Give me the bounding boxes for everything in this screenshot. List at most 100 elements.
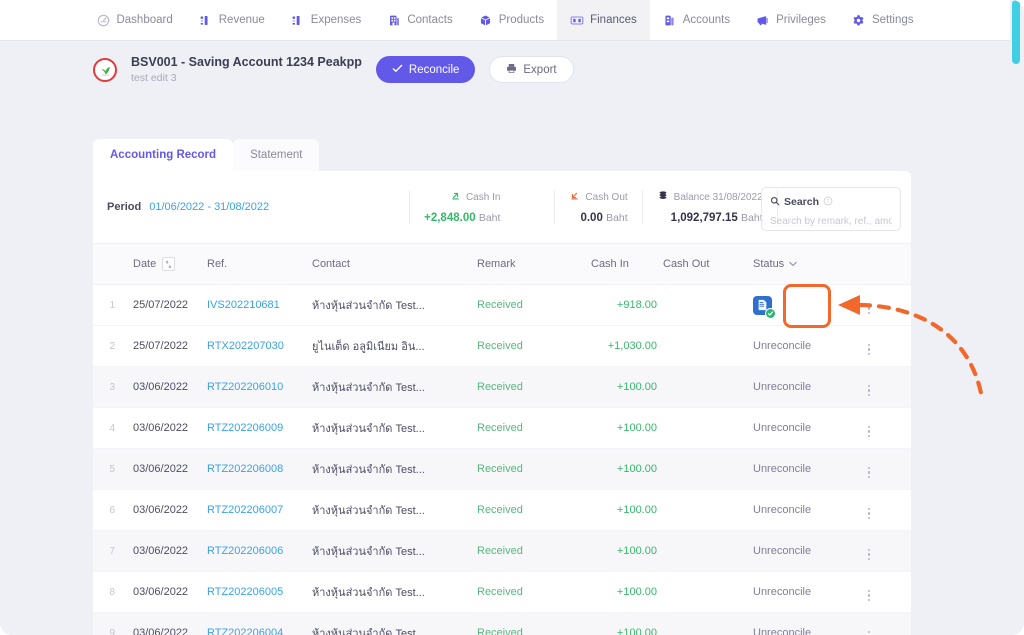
period-filter[interactable]: Period 01/06/2022 - 31/08/2022 [93,201,269,213]
table-row[interactable]: 6 03/06/2022 RTZ202206007 ห้างหุ้นส่วนจำกัด… [93,490,911,531]
kebab-menu-icon[interactable] [867,630,871,635]
row-status-label[interactable]: Unreconcile [729,463,849,475]
period-value[interactable]: 01/06/2022 - 31/08/2022 [149,201,269,213]
kebab-menu-icon[interactable] [867,589,871,601]
kebab-menu-icon[interactable] [867,384,871,396]
search-box[interactable]: Search ? [761,187,901,231]
row-actions-menu[interactable] [849,296,889,314]
row-status-label[interactable]: Unreconcile [729,545,849,557]
revenue-icon [199,13,213,27]
row-actions-menu[interactable] [849,542,889,560]
kebab-menu-icon[interactable] [867,343,871,355]
reconciled-document-icon[interactable] [753,295,776,319]
account-title-block: BSV001 - Saving Account 1234 Peakpp test… [131,55,362,85]
chevron-down-icon[interactable] [789,258,797,270]
nav-item-dashboard[interactable]: Dashboard [83,0,185,40]
summary-bar: Period 01/06/2022 - 31/08/2022 Cash In +… [93,171,911,243]
page-content: BSV001 - Saving Account 1234 Peakpp test… [0,41,1010,635]
row-ref-link[interactable]: RTZ202206006 [207,545,312,557]
search-input[interactable] [770,216,892,227]
row-ref-link[interactable]: RTZ202206007 [207,504,312,516]
help-icon[interactable]: ? [823,193,833,211]
kebab-menu-icon[interactable] [867,466,871,478]
row-actions-menu[interactable] [849,337,889,355]
row-ref-link[interactable]: IVS202210681 [207,299,312,311]
nav-item-expenses[interactable]: Expenses [278,0,375,40]
kebab-menu-icon[interactable] [867,425,871,437]
column-cash-in[interactable]: Cash In [585,258,657,270]
reconcile-button[interactable]: Reconcile [375,56,476,84]
row-date: 03/06/2022 [133,586,189,598]
row-contact: ห้างหุ้นส่วนจำกัด Test... [312,423,425,435]
column-cash-out[interactable]: Cash Out [657,258,729,270]
summary-balance-unit: Baht [741,212,763,224]
summary-cash-out: Cash Out 0.00 Baht [554,190,641,224]
nav-item-accounts[interactable]: Accounts [650,0,743,40]
row-ref-link[interactable]: RTZ202206009 [207,422,312,434]
row-status-label[interactable]: Unreconcile [729,340,849,352]
row-ref-link[interactable]: RTZ202206005 [207,586,312,598]
row-ref-link[interactable]: RTZ202206004 [207,627,312,635]
export-button[interactable]: Export [489,56,574,84]
table-row[interactable]: 2 25/07/2022 RTX202207030 ยูไนเต็ด อลูมิเนี… [93,326,911,367]
row-ref-link[interactable]: RTZ202206010 [207,381,312,393]
summary-cash-out-amount: 0.00 [580,212,603,224]
tab-accounting-record[interactable]: Accounting Record [93,139,234,171]
row-actions-menu[interactable] [849,501,889,519]
row-actions-menu[interactable] [849,460,889,478]
row-cash-in: +100.00 [616,586,657,598]
row-index: 5 [109,463,115,475]
row-date: 03/06/2022 [133,545,189,557]
row-contact: ห้างหุ้นส่วนจำกัด Test... [312,382,425,394]
nav-item-label: Settings [871,14,914,26]
nav-item-privileges[interactable]: Privileges [743,0,839,40]
kebab-menu-icon[interactable] [867,507,871,519]
tab-label: Statement [250,149,303,161]
nav-item-contacts[interactable]: Contacts [374,0,465,40]
row-actions-menu[interactable] [849,419,889,437]
summary-balance-value: 1,092,797.15 Baht [671,212,763,224]
column-remark[interactable]: Remark [477,258,585,270]
table-row[interactable]: 5 03/06/2022 RTZ202206008 ห้างหุ้นส่วนจำกัด… [93,449,911,490]
column-status[interactable]: Status [729,258,849,270]
column-date[interactable]: Date [115,257,207,271]
nav-item-finances[interactable]: Finances [557,0,650,40]
table-row[interactable]: 9 03/06/2022 RTZ202206004 ห้างหุ้นส่วนจำกัด… [93,613,911,635]
row-status-label[interactable]: Unreconcile [729,586,849,598]
row-actions-menu[interactable] [849,378,889,396]
row-status-label[interactable]: Unreconcile [729,627,849,635]
table-row[interactable]: 7 03/06/2022 RTZ202206006 ห้างหุ้นส่วนจำกัด… [93,531,911,572]
table-row[interactable]: 1 25/07/2022 IVS202210681 ห้างหุ้นส่วนจำกัด… [93,285,911,326]
page-scrollbar[interactable] [1012,0,1020,635]
nav-item-revenue[interactable]: Revenue [186,0,278,40]
row-ref-link[interactable]: RTZ202206008 [207,463,312,475]
table-row[interactable]: 8 03/06/2022 RTZ202206005 ห้างหุ้นส่วนจำกัด… [93,572,911,613]
column-ref[interactable]: Ref. [207,258,312,270]
records-card: Period 01/06/2022 - 31/08/2022 Cash In +… [93,171,911,635]
kebab-menu-icon[interactable] [867,302,871,314]
sort-icon[interactable] [162,257,176,271]
row-remark: Received [477,340,523,352]
kebab-menu-icon[interactable] [867,548,871,560]
page-scrollbar-thumb[interactable] [1012,0,1020,64]
nav-item-label: Contacts [407,14,453,26]
nav-item-label: Revenue [218,14,265,26]
tab-statement[interactable]: Statement [233,139,320,171]
row-index: 2 [109,340,115,352]
row-actions-menu[interactable] [849,583,889,601]
column-contact[interactable]: Contact [312,258,477,270]
row-contact: ห้างหุ้นส่วนจำกัด Test... [312,546,425,558]
table-row[interactable]: 4 03/06/2022 RTZ202206009 ห้างหุ้นส่วนจำกัด… [93,408,911,449]
row-status-label[interactable]: Unreconcile [729,381,849,393]
nav-item-settings[interactable]: Settings [839,0,927,40]
row-ref-link[interactable]: RTX202207030 [207,340,312,352]
table-row[interactable]: 3 03/06/2022 RTZ202206010 ห้างหุ้นส่วนจำกัด… [93,367,911,408]
row-status-reconciled[interactable] [729,295,849,319]
row-actions-menu[interactable] [849,624,889,635]
row-remark: Received [477,504,523,516]
row-date: 25/07/2022 [133,299,189,311]
nav-item-products[interactable]: Products [466,0,557,40]
row-status-label[interactable]: Unreconcile [729,504,849,516]
row-remark: Received [477,381,523,393]
row-status-label[interactable]: Unreconcile [729,422,849,434]
